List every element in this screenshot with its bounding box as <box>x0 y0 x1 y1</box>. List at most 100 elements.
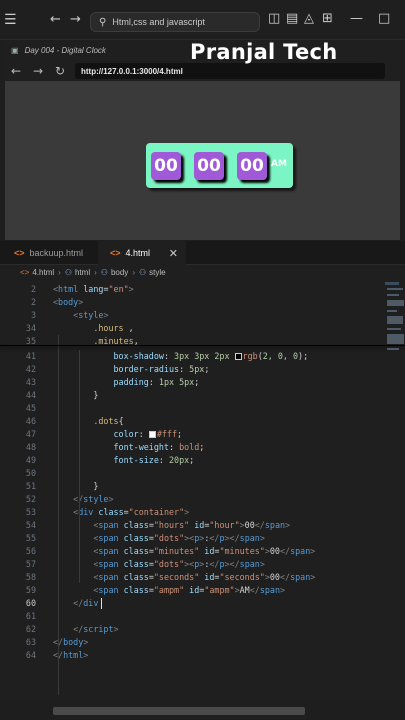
code-token: ></ <box>224 559 240 569</box>
code-token: border-radius <box>113 364 180 374</box>
code-editor[interactable]: 2 <html lang="en"> 2 <body> 3 <style> 34 .hou… <box>0 280 405 700</box>
code-line[interactable]: 49 font-size: 20px; <box>0 454 380 467</box>
code-line[interactable]: 50 <box>0 467 380 480</box>
code-token: style <box>78 310 104 320</box>
line-number: 62 <box>25 624 36 634</box>
code-line[interactable]: 59 <span class="ampm" id="ampm">AM</span… <box>0 584 380 597</box>
code-token: , <box>123 323 134 333</box>
code-token: > <box>128 284 134 294</box>
forward-arrow-icon[interactable]: → <box>70 13 81 26</box>
url-input[interactable]: http://127.0.0.1:3000/4.html <box>75 63 385 79</box>
code-line[interactable]: 54 <span class="hours" id="hour">00</spa… <box>0 519 380 532</box>
code-token: div <box>78 507 94 517</box>
breadcrumb-html[interactable]: html <box>75 268 90 277</box>
line-number: 54 <box>25 520 36 530</box>
code-line[interactable]: 60 </div <box>0 597 380 610</box>
code-line[interactable]: 48 font-weight: bold; <box>0 441 380 454</box>
code-token: } <box>53 481 99 491</box>
code-text: <span class="ampm" id="ampm">AM</span> <box>53 584 285 597</box>
code-token: >< <box>184 559 195 569</box>
digital-clock: 00 00 00 AM <box>146 143 293 188</box>
code-text: border-radius: 5px; <box>53 363 210 376</box>
code-line[interactable]: 56 <span class="minutes" id="minutes">00… <box>0 545 380 558</box>
code-token: id <box>199 546 215 556</box>
code-line[interactable]: 42 border-radius: 5px; <box>0 363 380 376</box>
chevron-right-icon: › <box>58 267 61 277</box>
code-line[interactable]: 35 .minutes, <box>0 335 380 348</box>
code-line[interactable]: 3 <style> <box>0 309 380 322</box>
code-line[interactable]: 55 <span class="dots"><p>:</p></span> <box>0 532 380 545</box>
code-line[interactable]: 34 .hours , <box>0 322 380 335</box>
code-line[interactable]: 46 .dots{ <box>0 415 380 428</box>
breadcrumb: <> 4.html › ⚇ html › ⚇ body › ⚇ style <box>0 265 405 279</box>
code-line[interactable]: 45 <box>0 402 380 415</box>
browser-back-icon[interactable]: ← <box>5 64 27 78</box>
minimap[interactable] <box>383 280 405 370</box>
code-line[interactable]: 61 <box>0 610 380 623</box>
code-token: ; <box>199 442 205 452</box>
back-arrow-icon[interactable]: ← <box>50 13 61 26</box>
code-line[interactable]: 2 <html lang="en"> <box>0 283 380 296</box>
minimize-icon[interactable]: — <box>350 12 363 25</box>
reload-icon[interactable]: ↻ <box>49 64 71 78</box>
tab-label: backuup.html <box>29 248 84 258</box>
code-token: span <box>290 546 311 556</box>
editor-tabs: <> backuup.html <> 4.html ✕ ▷ ◫ ⋯ <box>0 241 405 500</box>
layout-grid-icon[interactable]: ⊞ <box>322 12 333 25</box>
code-token: ></ <box>224 533 240 543</box>
menu-icon[interactable]: ☰ <box>4 13 17 27</box>
layout-panel-icon[interactable]: ▤ <box>286 12 298 25</box>
horizontal-scrollbar[interactable] <box>53 707 305 715</box>
layout-sidebar-icon[interactable]: ◫ <box>268 12 280 25</box>
code-line[interactable]: 62 </script> <box>0 623 380 636</box>
close-icon[interactable]: ✕ <box>169 247 178 260</box>
chevron-right-icon: › <box>94 267 97 277</box>
line-number: 44 <box>25 390 36 400</box>
code-line[interactable]: 43 padding: 1px 5px; <box>0 376 380 389</box>
code-token: "minutes" <box>153 546 200 556</box>
code-text: } <box>53 480 98 493</box>
code-text: <span class="seconds" id="seconds">00</s… <box>53 571 315 584</box>
tab-4-html[interactable]: <> 4.html ✕ <box>98 241 186 265</box>
tab-backuup-html[interactable]: <> backuup.html <box>0 241 98 265</box>
breadcrumb-file[interactable]: 4.html <box>32 268 54 277</box>
sticky-scroll-divider <box>0 345 405 346</box>
code-token: > <box>103 310 109 320</box>
code-token: 3px 3px 2px <box>174 351 235 361</box>
element-icon: ⚇ <box>100 267 108 277</box>
code-line[interactable]: 64</html> <box>0 649 380 662</box>
code-token: : <box>163 351 175 361</box>
code-line[interactable]: 2 <body> <box>0 296 380 309</box>
browser-forward-icon[interactable]: → <box>27 64 49 78</box>
code-line[interactable]: 57 <span class="dots"><p>:</p></span> <box>0 558 380 571</box>
code-line[interactable]: 51 } <box>0 480 380 493</box>
code-line[interactable]: 41 box-shadow: 3px 3px 2px rgb(2, 0, 0); <box>0 350 380 363</box>
maximize-icon[interactable]: □ <box>378 12 390 25</box>
code-line[interactable]: 52 </style> <box>0 493 380 506</box>
color-swatch[interactable] <box>234 353 242 360</box>
code-line[interactable]: 53 <div class="container"> <box>0 506 380 519</box>
layout-secondary-icon[interactable]: ◬ <box>304 12 314 25</box>
color-swatch[interactable] <box>148 431 156 438</box>
simple-browser: ▣ Day 004 - Digital Clock ← → ↻ http://1… <box>5 40 400 240</box>
code-line[interactable]: 44 } <box>0 389 380 402</box>
breadcrumb-style[interactable]: style <box>149 268 165 277</box>
line-number: 63 <box>25 637 36 647</box>
code-line[interactable]: 47 color: #fff; <box>0 428 380 441</box>
breadcrumb-body[interactable]: body <box>111 268 128 277</box>
code-token: "seconds" <box>219 572 265 582</box>
code-text: <html lang="en"> <box>53 283 134 296</box>
command-center-search[interactable]: ⚲ Html,css and javascript <box>90 12 260 32</box>
code-line[interactable]: 58 <span class="seconds" id="seconds">00… <box>0 571 380 584</box>
code-line[interactable]: 63</body> <box>0 636 380 649</box>
line-number: 42 <box>25 364 36 374</box>
code-token: span <box>239 559 260 569</box>
code-token: .dots <box>93 416 119 426</box>
code-text: font-size: 20px; <box>53 454 195 467</box>
text-cursor <box>101 598 102 609</box>
code-text: .hours , <box>53 322 134 335</box>
